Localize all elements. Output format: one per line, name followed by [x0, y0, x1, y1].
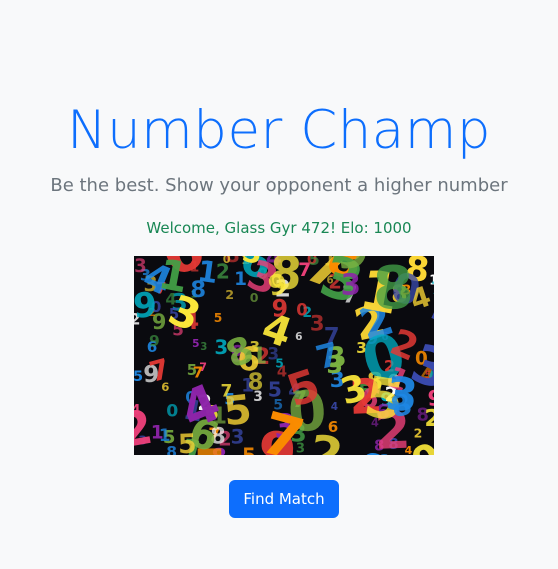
decorative-digit: 9	[134, 285, 158, 326]
decorative-digit: 0	[296, 301, 307, 320]
decorative-digit: 1	[159, 425, 171, 445]
decorative-digit: 5	[214, 311, 223, 325]
decorative-digit: 4	[331, 401, 338, 413]
decorative-digit: 3	[253, 389, 263, 405]
landing-page: Number Champ Be the best. Show your oppo…	[0, 0, 558, 569]
decorative-digit: 3	[200, 342, 207, 353]
decorative-digit: 1	[195, 256, 220, 290]
decorative-digit: 3	[384, 367, 421, 423]
decorative-digit: 6	[295, 331, 302, 343]
colorful-numbers-image: 4582357130295762831436052839175403268175…	[134, 256, 434, 455]
decorative-digit: 9	[149, 332, 160, 350]
decorative-digit: 0	[223, 256, 231, 266]
decorative-digit: 5	[134, 369, 143, 385]
decorative-digit: 4	[256, 304, 298, 358]
page-title: Number Champ	[66, 100, 492, 161]
decorative-digit: 5	[192, 338, 199, 350]
decorative-digit: 8	[268, 256, 304, 301]
find-match-button[interactable]: Find Match	[229, 480, 339, 518]
numbers-illustration: 4582357130295762831436052839175403268175…	[134, 256, 434, 455]
decorative-digit: 2	[225, 287, 234, 302]
page-subtitle: Be the best. Show your opponent a higher…	[50, 175, 508, 196]
welcome-message: Welcome, Glass Gyr 472! Elo: 1000	[146, 219, 412, 237]
decorative-digit: 0	[166, 401, 178, 421]
decorative-digit: 3	[310, 311, 325, 336]
